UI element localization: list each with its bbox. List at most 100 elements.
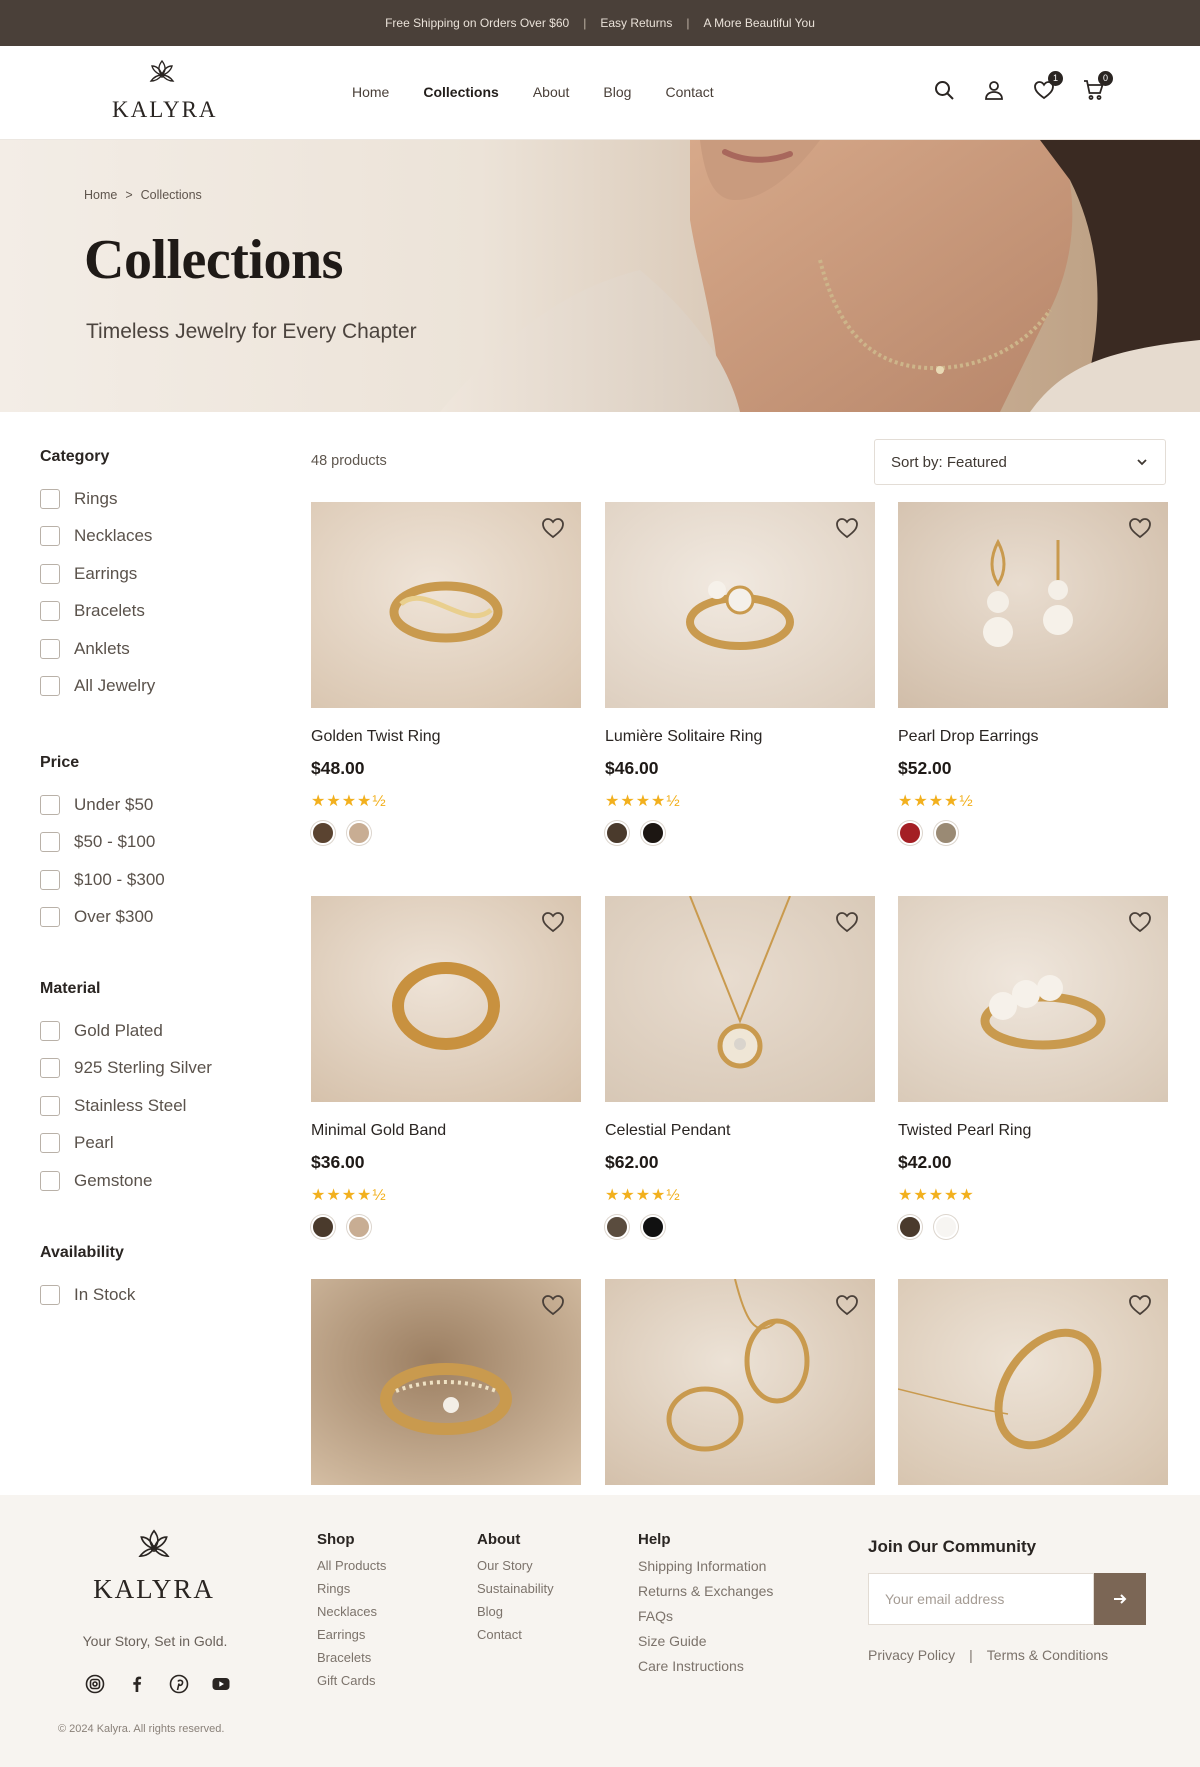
filter-option[interactable]: Necklaces	[40, 518, 155, 556]
add-to-wishlist-button[interactable]	[833, 908, 861, 936]
color-swatch[interactable]	[934, 1215, 958, 1239]
checkbox[interactable]	[40, 907, 60, 928]
footer-link[interactable]: FAQs	[638, 1608, 773, 1633]
filter-option[interactable]: Over $300	[40, 899, 165, 937]
product-image[interactable]	[605, 502, 875, 708]
filter-option[interactable]: Under $50	[40, 786, 165, 824]
product-card[interactable]: Pearl Drop Earrings $52.00 ★★★★½	[898, 502, 1168, 845]
filter-option[interactable]: All Jewelry	[40, 668, 155, 706]
product-image[interactable]	[605, 1279, 875, 1485]
newsletter-email-input[interactable]	[868, 1573, 1094, 1625]
add-to-wishlist-button[interactable]	[833, 514, 861, 542]
footer-logo[interactable]: KALYRA	[84, 1527, 224, 1605]
checkbox[interactable]	[40, 832, 60, 853]
product-image[interactable]	[605, 896, 875, 1102]
checkbox[interactable]	[40, 488, 60, 509]
product-card[interactable]: Golden Twist Ring $48.00 ★★★★½	[311, 502, 581, 845]
filter-option[interactable]: Stainless Steel	[40, 1087, 212, 1125]
breadcrumb-home[interactable]: Home	[84, 188, 117, 202]
product-name[interactable]: Twisted Pearl Ring	[898, 1122, 1168, 1140]
product-image[interactable]	[311, 1279, 581, 1485]
checkbox[interactable]	[40, 601, 60, 622]
nav-item-home[interactable]: Home	[352, 84, 389, 100]
product-card[interactable]: Celestial Pendant $62.00 ★★★★½	[605, 896, 875, 1239]
filter-option[interactable]: Pearl	[40, 1125, 212, 1163]
footer-link[interactable]: Shipping Information	[638, 1558, 773, 1583]
filter-option[interactable]: Rings	[40, 480, 155, 518]
nav-item-blog[interactable]: Blog	[603, 84, 631, 100]
color-swatch[interactable]	[347, 1215, 371, 1239]
product-card[interactable]: Twisted Pearl Ring $42.00 ★★★★★	[898, 896, 1168, 1239]
nav-item-contact[interactable]: Contact	[665, 84, 713, 100]
filter-option[interactable]: Bracelets	[40, 593, 155, 631]
product-image[interactable]	[898, 896, 1168, 1102]
filter-option[interactable]: $100 - $300	[40, 861, 165, 899]
cart-button[interactable]: 0	[1082, 71, 1113, 102]
sort-dropdown[interactable]: Sort by: Featured	[874, 439, 1166, 485]
color-swatch[interactable]	[898, 821, 922, 845]
checkbox[interactable]	[40, 1058, 60, 1079]
checkbox[interactable]	[40, 1133, 60, 1154]
product-card[interactable]	[311, 1279, 581, 1485]
product-card[interactable]: Lumière Solitaire Ring $46.00 ★★★★½	[605, 502, 875, 845]
color-swatch[interactable]	[311, 1215, 335, 1239]
filter-option[interactable]: In Stock	[40, 1276, 135, 1314]
color-swatch[interactable]	[934, 821, 958, 845]
instagram-icon[interactable]	[84, 1673, 106, 1695]
checkbox[interactable]	[40, 1170, 60, 1191]
product-name[interactable]: Pearl Drop Earrings	[898, 728, 1168, 746]
checkbox[interactable]	[40, 1095, 60, 1116]
brand-logo[interactable]: KALYRA	[112, 58, 216, 123]
product-name[interactable]: Lumière Solitaire Ring	[605, 728, 875, 746]
checkbox[interactable]	[40, 1284, 60, 1305]
footer-link[interactable]: Size Guide	[638, 1633, 773, 1658]
add-to-wishlist-button[interactable]	[1126, 1291, 1154, 1319]
account-button[interactable]	[982, 78, 1006, 102]
checkbox[interactable]	[40, 526, 60, 547]
product-card[interactable]	[605, 1279, 875, 1485]
footer-link[interactable]: Contact	[477, 1627, 554, 1650]
product-card[interactable]	[898, 1279, 1168, 1485]
nav-item-about[interactable]: About	[533, 84, 570, 100]
privacy-policy-link[interactable]: Privacy Policy	[868, 1647, 955, 1663]
checkbox[interactable]	[40, 794, 60, 815]
add-to-wishlist-button[interactable]	[833, 1291, 861, 1319]
add-to-wishlist-button[interactable]	[539, 514, 567, 542]
color-swatch[interactable]	[605, 1215, 629, 1239]
nav-item-collections[interactable]: Collections	[423, 84, 498, 100]
checkbox[interactable]	[40, 1020, 60, 1041]
add-to-wishlist-button[interactable]	[539, 1291, 567, 1319]
product-image[interactable]	[311, 896, 581, 1102]
product-name[interactable]: Golden Twist Ring	[311, 728, 581, 746]
product-name[interactable]: Celestial Pendant	[605, 1122, 875, 1140]
color-swatch[interactable]	[641, 821, 665, 845]
product-image[interactable]	[898, 502, 1168, 708]
footer-link[interactable]: Bracelets	[317, 1650, 386, 1673]
footer-link[interactable]: All Products	[317, 1558, 386, 1581]
footer-link[interactable]: Care Instructions	[638, 1658, 773, 1683]
add-to-wishlist-button[interactable]	[539, 908, 567, 936]
filter-option[interactable]: 925 Sterling Silver	[40, 1050, 212, 1088]
footer-link[interactable]: Our Story	[477, 1558, 554, 1581]
filter-option[interactable]: Gemstone	[40, 1162, 212, 1200]
checkbox[interactable]	[40, 563, 60, 584]
wishlist-button[interactable]: 1	[1032, 71, 1063, 102]
filter-option[interactable]: Anklets	[40, 630, 155, 668]
checkbox[interactable]	[40, 676, 60, 697]
color-swatch[interactable]	[898, 1215, 922, 1239]
footer-link[interactable]: Necklaces	[317, 1604, 386, 1627]
add-to-wishlist-button[interactable]	[1126, 908, 1154, 936]
product-image[interactable]	[898, 1279, 1168, 1485]
newsletter-submit-button[interactable]	[1094, 1573, 1146, 1625]
footer-link[interactable]: Earrings	[317, 1627, 386, 1650]
product-image[interactable]	[311, 502, 581, 708]
checkbox[interactable]	[40, 638, 60, 659]
footer-link[interactable]: Rings	[317, 1581, 386, 1604]
product-card[interactable]: Minimal Gold Band $36.00 ★★★★½	[311, 896, 581, 1239]
color-swatch[interactable]	[641, 1215, 665, 1239]
add-to-wishlist-button[interactable]	[1126, 514, 1154, 542]
product-name[interactable]: Minimal Gold Band	[311, 1122, 581, 1140]
facebook-icon[interactable]	[126, 1673, 148, 1695]
footer-link[interactable]: Blog	[477, 1604, 554, 1627]
pinterest-icon[interactable]	[168, 1673, 190, 1695]
